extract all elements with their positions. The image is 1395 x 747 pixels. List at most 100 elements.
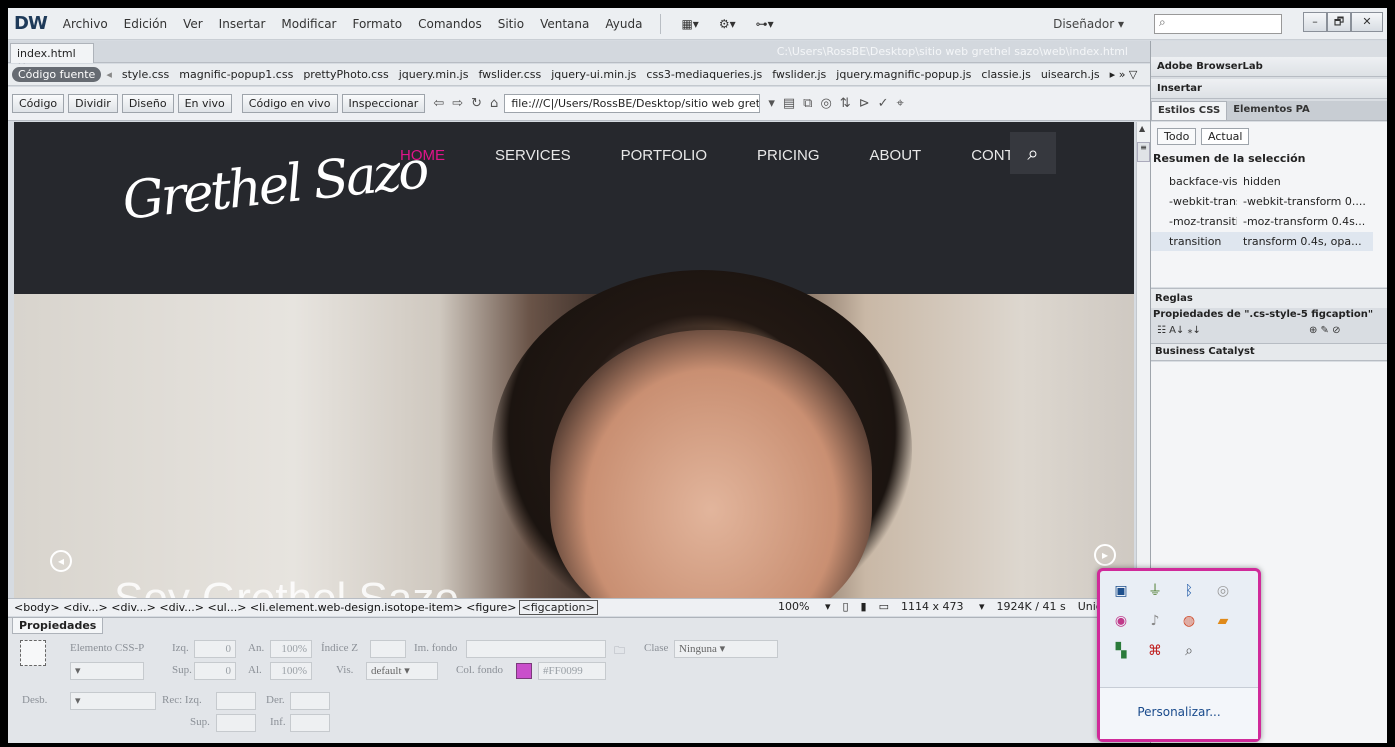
related-file[interactable]: css3-mediaqueries.js (641, 68, 767, 81)
css-view-icons[interactable]: ☷ A↓ ⁎↓ ⊕ ✎ ⊘ (1157, 325, 1341, 336)
tab-estilos-css[interactable]: Estilos CSS (1151, 101, 1228, 120)
element-id-select[interactable]: ▾ (70, 662, 144, 680)
properties-tab[interactable]: Propiedades (12, 618, 104, 634)
tag-selector-active[interactable]: <figcaption> (518, 600, 598, 615)
gear-icon[interactable]: ⚙▾ (709, 17, 746, 31)
layout-icon[interactable]: ▦▾ (671, 17, 708, 31)
usb-icon[interactable]: ⏚ (1144, 581, 1166, 601)
css-property-row[interactable]: backface-visib... hidden (1151, 172, 1373, 191)
folder-icon[interactable]: 🗀 (614, 642, 625, 661)
split-view-button[interactable]: Dividir (68, 94, 118, 113)
minimize-button[interactable]: – (1303, 12, 1327, 32)
related-file[interactable]: jquery-ui.min.js (546, 68, 641, 81)
menu-ver[interactable]: Ver (175, 17, 211, 31)
css-property-row[interactable]: -webkit-transi... -webkit-transform 0.... (1151, 192, 1373, 211)
bluetooth-icon[interactable]: ᛒ (1178, 581, 1200, 601)
split-handle-icon[interactable]: ≡ (1137, 142, 1150, 162)
indice-z-field[interactable] (370, 640, 406, 658)
address-bar[interactable]: file:///C|/Users/RossBE/Desktop/sitio we… (504, 94, 761, 113)
file-management-icon[interactable]: ⇅ (840, 96, 851, 111)
inf-field[interactable] (290, 714, 330, 732)
related-file[interactable]: magnific-popup1.css (174, 68, 298, 81)
rec-izq-field[interactable] (216, 692, 256, 710)
site-icon[interactable]: ⊶▾ (746, 17, 784, 31)
multiscreen-icon[interactable]: ⧉ (803, 96, 812, 111)
back-icon[interactable]: ⇦ (433, 96, 444, 111)
nav-about[interactable]: ABOUT (870, 147, 922, 164)
menu-archivo[interactable]: Archivo (55, 17, 116, 31)
css-property-row[interactable]: transition transform 0.4s, opa... (1151, 232, 1373, 251)
menu-ventana[interactable]: Ventana (532, 17, 597, 31)
tab-index-html[interactable]: index.html × (10, 43, 94, 73)
related-file[interactable]: jquery.magnific-popup.js (831, 68, 976, 81)
desb-select[interactable]: ▾ (70, 692, 156, 710)
monitor-icon[interactable]: ▣ (1110, 581, 1132, 601)
related-file[interactable]: fwslider.css (473, 68, 546, 81)
desktop-size-icon[interactable]: ▭ (879, 600, 889, 613)
related-file[interactable]: classie.js (976, 68, 1035, 81)
view-options-icon[interactable]: ▤ (783, 96, 795, 111)
related-file[interactable]: fwslider.js (767, 68, 831, 81)
chrome-icon[interactable]: ◍ (1178, 611, 1200, 631)
inspect-button[interactable]: Inspeccionar (341, 94, 426, 113)
slider-next-icon[interactable]: ▸ (1094, 544, 1116, 566)
design-view-button[interactable]: Diseño (121, 94, 174, 113)
adobe-updater-icon[interactable]: ▰ (1212, 611, 1234, 631)
colfondo-field[interactable]: #FF0099 (538, 662, 606, 680)
browser-check-icon[interactable]: ⌖ (897, 96, 904, 111)
home-icon[interactable]: ⌂ (490, 96, 498, 111)
mode-actual-button[interactable]: Actual (1201, 128, 1250, 145)
window-size[interactable]: 1114 x 473 ▾ (901, 600, 985, 613)
maximize-button[interactable]: 🗗 (1327, 12, 1351, 32)
der-field[interactable] (290, 692, 330, 710)
related-file[interactable]: uisearch.js (1036, 68, 1105, 81)
nav-portfolio[interactable]: PORTFOLIO (621, 147, 707, 164)
menu-sitio[interactable]: Sitio (490, 17, 532, 31)
menu-modificar[interactable]: Modificar (273, 17, 344, 31)
browserlab-panel[interactable]: Adobe BrowserLab (1151, 57, 1387, 77)
refresh-icon[interactable]: ↻ (471, 96, 482, 111)
reglas-section[interactable]: Reglas (1151, 288, 1387, 308)
an-field[interactable]: 100% (270, 640, 312, 658)
forward-icon[interactable]: ⇨ (452, 96, 463, 111)
preview-icon[interactable]: ◎ (820, 96, 831, 111)
zoom-select[interactable]: 100% ▾ (778, 600, 830, 613)
nav-pricing[interactable]: PRICING (757, 147, 820, 164)
imfondo-field[interactable] (466, 640, 606, 658)
related-file[interactable]: style.css (117, 68, 174, 81)
related-scroll-left-icon[interactable]: ◂ (101, 68, 117, 81)
insertar-panel[interactable]: Insertar (1151, 79, 1387, 99)
clase-select[interactable]: Ninguna ▾ (674, 640, 778, 658)
magnifier-icon[interactable]: ⌕ (1178, 641, 1200, 661)
tag-selector[interactable]: <body> <div...> <div...> <div...> <ul...… (8, 601, 517, 614)
color-wheel-icon[interactable]: ◉ (1110, 611, 1132, 631)
site-logo[interactable]: Grethel Sazo (120, 140, 429, 232)
mobile-size-icon[interactable]: ▯ (842, 600, 848, 613)
business-catalyst-panel[interactable]: Business Catalyst (1151, 343, 1387, 361)
sup-field[interactable]: 0 (194, 662, 236, 680)
customize-link[interactable]: Personalizar... (1100, 687, 1258, 739)
mode-todo-button[interactable]: Todo (1157, 128, 1197, 145)
menu-edicion[interactable]: Edición (116, 17, 175, 31)
acrobat-icon[interactable]: ⌘ (1144, 641, 1166, 661)
tablet-size-icon[interactable]: ▮ (861, 600, 867, 613)
related-file[interactable]: jquery.min.js (394, 68, 474, 81)
al-field[interactable]: 100% (270, 662, 312, 680)
live-view-button[interactable]: En vivo (177, 94, 232, 113)
wireless-icon[interactable]: ◎ (1212, 581, 1234, 601)
colfondo-swatch[interactable] (516, 663, 532, 679)
slider-prev-icon[interactable]: ◂ (50, 550, 72, 572)
filter-icon[interactable]: ▸ » ▽ (1105, 68, 1143, 81)
help-search-input[interactable]: ⌕ (1154, 14, 1282, 34)
menu-ayuda[interactable]: Ayuda (597, 17, 650, 31)
menu-insertar[interactable]: Insertar (211, 17, 274, 31)
menu-formato[interactable]: Formato (344, 17, 410, 31)
tab-elementos-pa[interactable]: Elementos PA (1227, 101, 1316, 120)
scroll-up-icon[interactable]: ▲ (1139, 124, 1145, 133)
bell-icon[interactable]: ♪ (1144, 611, 1166, 631)
validate-icon[interactable]: ✓ (878, 96, 889, 111)
site-search-icon[interactable]: ⌕ (1010, 132, 1056, 174)
live-code-button[interactable]: Código en vivo (241, 94, 338, 113)
izq-field[interactable]: 0 (194, 640, 236, 658)
code-view-button[interactable]: Código (12, 94, 65, 113)
